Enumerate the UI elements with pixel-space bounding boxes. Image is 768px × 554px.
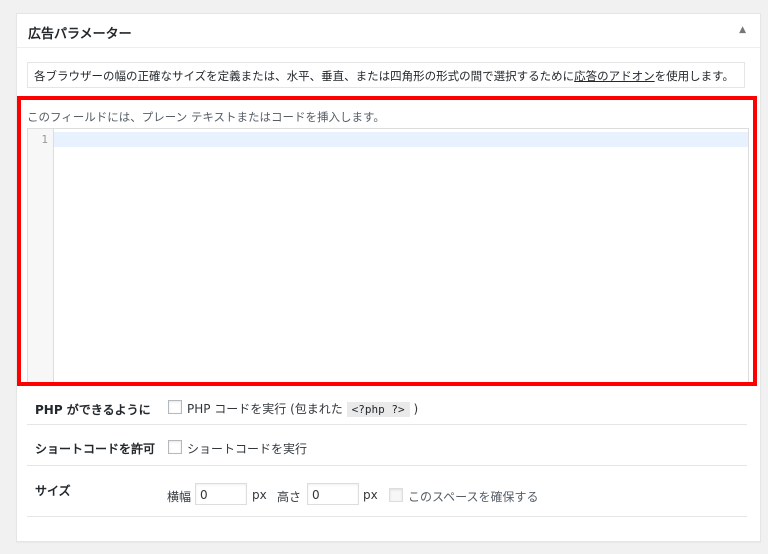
description-text-before: 各ブラウザーの幅の正確なサイズを定義または、水平、垂直、または四角形の形式の間で…: [34, 69, 575, 83]
editor-gutter: 1: [28, 129, 54, 384]
height-unit: px: [363, 488, 378, 502]
metabox-title: 広告パラメーター: [28, 27, 132, 42]
option-row-shortcode: ショートコードを許可 ショートコードを実行: [27, 425, 747, 466]
code-field-hint: このフィールドには、プレーン テキストまたはコードを挿入します。: [27, 110, 385, 124]
metabox-header[interactable]: 広告パラメーター ▲: [17, 14, 760, 48]
width-label: 横幅: [167, 490, 192, 504]
responsive-addon-link[interactable]: 応答のアドオン: [574, 69, 655, 83]
shortcode-checkbox[interactable]: [168, 440, 182, 454]
line-number: 1: [41, 133, 48, 146]
code-editor[interactable]: 1: [27, 128, 749, 385]
reserve-space-label: このスペースを確保する: [408, 490, 539, 504]
collapse-arrow-icon[interactable]: ▲: [739, 25, 746, 35]
php-code-chip: <?php ?>: [346, 402, 410, 417]
php-checkbox[interactable]: [168, 400, 182, 414]
php-close-paren: ): [413, 402, 419, 416]
height-label: 高さ: [277, 490, 302, 504]
height-input[interactable]: 0: [307, 483, 359, 505]
active-line[interactable]: [54, 132, 748, 147]
width-input[interactable]: 0: [195, 483, 247, 505]
description-notice: 各ブラウザーの幅の正確なサイズを定義または、水平、垂直、または四角形の形式の間で…: [27, 62, 745, 88]
option-row-size: サイズ 横幅 0 px 高さ 0 px このスペースを確保する: [27, 466, 747, 517]
php-checkbox-label: PHP コードを実行 (包まれた <?php ?> ): [187, 400, 418, 417]
shortcode-checkbox-label: ショートコードを実行: [187, 442, 308, 456]
ad-parameters-metabox: 広告パラメーター ▲ 各ブラウザーの幅の正確なサイズを定義または、水平、垂直、ま…: [16, 13, 761, 542]
php-label: PHP ができるように: [35, 403, 151, 417]
size-label: サイズ: [35, 484, 71, 498]
shortcode-label: ショートコードを許可: [35, 442, 156, 456]
description-text-after: を使用します。: [654, 69, 735, 83]
php-checkbox-text: PHP コードを実行 (包まれた: [187, 402, 343, 416]
reserve-space-checkbox[interactable]: [389, 488, 403, 502]
width-unit: px: [252, 488, 267, 502]
option-row-php: PHP ができるように PHP コードを実行 (包まれた <?php ?> ): [27, 389, 747, 425]
